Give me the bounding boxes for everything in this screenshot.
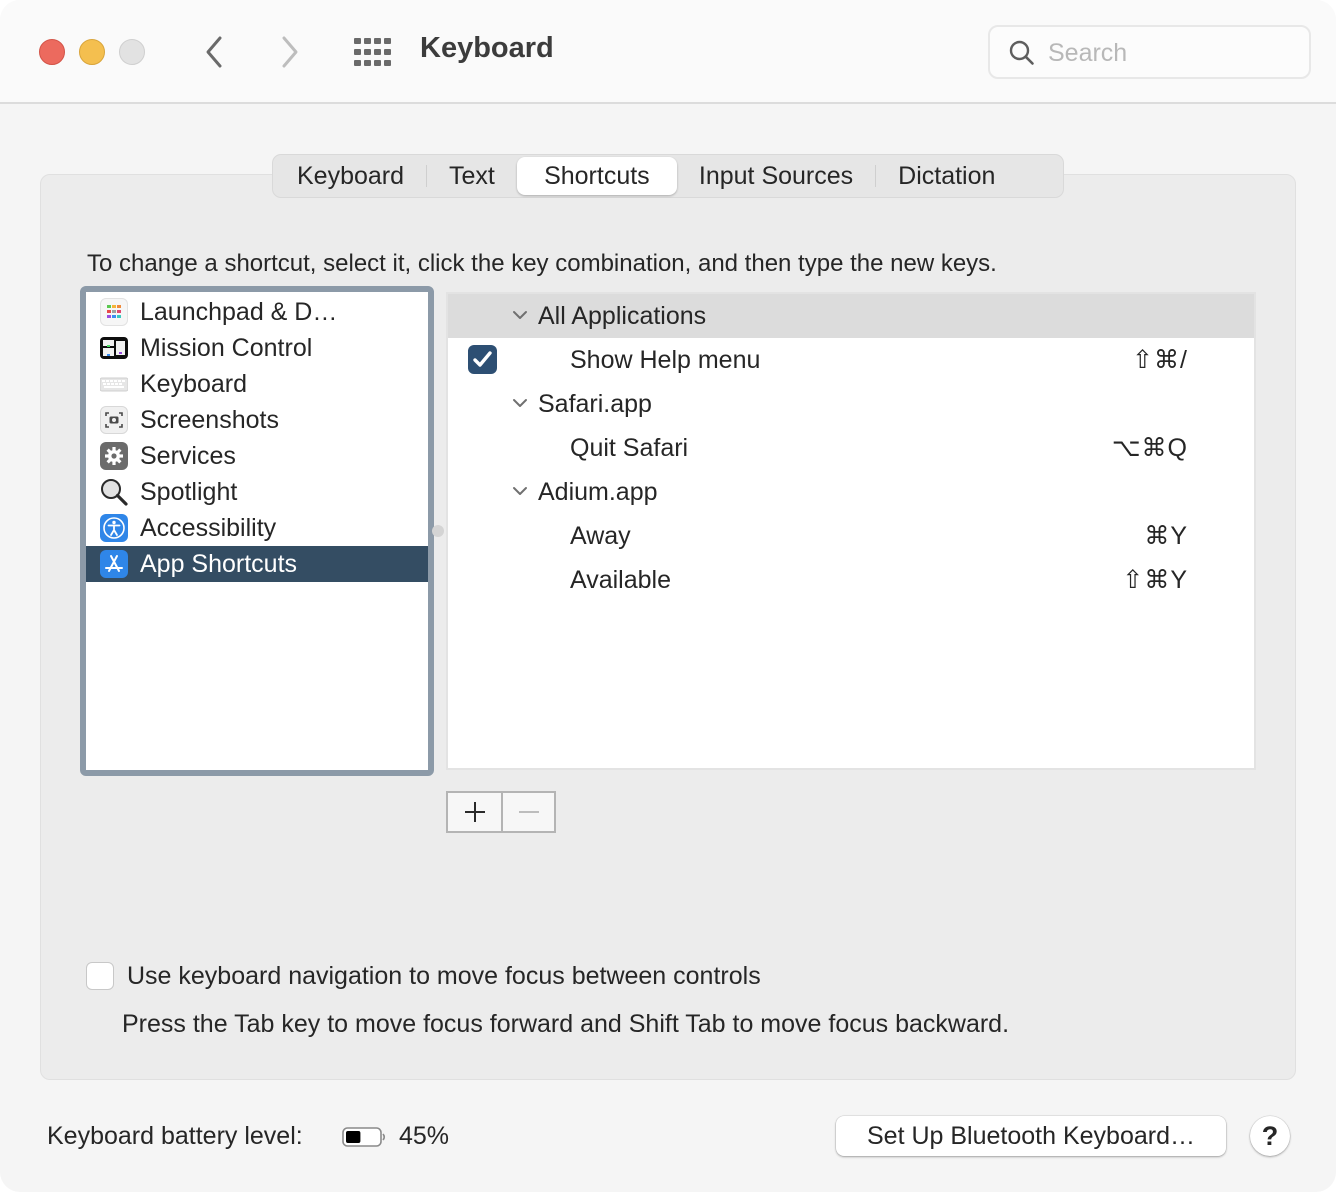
shortcut-label: Away [570,521,631,550]
keyboard-navigation-hint: Press the Tab key to move focus forward … [122,1010,1010,1038]
group-label: All Applications [538,301,707,330]
category-services[interactable]: Services [86,438,428,474]
chevron-left-icon [206,36,222,68]
category-mission-control[interactable]: Mission Control [86,330,428,366]
shortcut-group-row[interactable]: All Applications [448,294,1254,338]
shortcut-group-row[interactable]: Safari.app [448,382,1254,426]
chevron-down-icon[interactable] [512,484,528,498]
forward-button[interactable] [276,34,306,70]
battery-fill [346,1131,361,1143]
accessibility-icon [100,514,128,542]
category-label: Launchpad & D… [140,297,338,326]
category-label: Mission Control [140,333,313,362]
screenshot-icon [100,406,128,434]
remove-shortcut-button[interactable] [501,793,554,831]
battery-percentage: 45% [399,1122,450,1150]
shortcut-enabled-checkbox[interactable] [468,345,497,374]
category-label: Screenshots [140,405,279,434]
category-accessibility[interactable]: Accessibility [86,510,428,546]
chevron-down-icon[interactable] [512,396,528,410]
launchpad-icon [100,298,128,326]
minimize-button[interactable] [79,39,105,65]
title-bar: Keyboard [0,0,1336,104]
gear-icon [100,442,128,470]
mission-control-icon [100,337,128,359]
tab-bar: Keyboard Text Shortcuts Input Sources Di… [272,154,1064,198]
key-combination[interactable]: ⌘Y [1144,521,1188,551]
chevron-right-icon [282,36,298,68]
window-title: Keyboard [420,32,554,64]
category-launchpad[interactable]: Launchpad & D… [86,294,428,330]
magnifier-icon [100,478,128,506]
shortcut-label: Show Help menu [570,345,761,374]
zoom-button[interactable] [119,39,145,65]
add-shortcut-button[interactable] [448,793,501,831]
shortcut-group-row[interactable]: Adium.app [448,470,1254,514]
search-input[interactable] [1048,35,1298,71]
key-combination[interactable]: ⌥⌘Q [1112,433,1188,463]
shortcut-row[interactable]: Available ⇧⌘Y [448,558,1254,602]
category-screenshots[interactable]: Screenshots [86,402,428,438]
close-button[interactable] [39,39,65,65]
category-label: Keyboard [140,369,248,398]
category-keyboard[interactable]: Keyboard [86,366,428,402]
category-label: Accessibility [140,513,277,542]
show-all-button[interactable] [352,38,392,66]
app-store-icon [100,550,128,578]
battery-icon [342,1127,386,1147]
back-button[interactable] [200,34,230,70]
group-label: Adium.app [538,477,658,506]
add-remove-control [446,791,556,833]
battery-label: Keyboard battery level: [47,1122,303,1150]
keyboard-navigation-checkbox[interactable] [86,962,114,990]
search-field[interactable] [988,25,1311,79]
setup-bluetooth-keyboard-button[interactable]: Set Up Bluetooth Keyboard… [836,1116,1226,1156]
category-label: Spotlight [140,477,238,506]
category-spotlight[interactable]: Spotlight [86,474,428,510]
keyboard-navigation-label[interactable]: Use keyboard navigation to move focus be… [127,962,761,991]
key-combination[interactable]: ⇧⌘/ [1132,345,1188,375]
instructions-text: To change a shortcut, select it, click t… [87,250,997,277]
shortcut-label: Available [570,565,672,594]
tab-keyboard[interactable]: Keyboard [275,157,426,195]
split-view-handle[interactable] [432,525,444,537]
group-label: Safari.app [538,389,652,418]
checkmark-icon [473,351,492,367]
search-icon [1009,40,1034,65]
tab-dictation[interactable]: Dictation [876,157,1017,195]
plus-icon [464,802,485,822]
tab-shortcuts[interactable]: Shortcuts [516,157,677,195]
category-label: App Shortcuts [140,549,298,578]
minus-icon [518,811,539,813]
shortcuts-table: All Applications Show Help menu ⇧⌘/ Safa… [446,292,1256,770]
shortcut-row[interactable]: Quit Safari ⌥⌘Q [448,426,1254,470]
category-list: Launchpad & D… Mission Control Keyboard … [80,286,434,776]
shortcut-label: Quit Safari [570,433,689,462]
system-preferences-window: Keyboard Keyboard Text Shortcuts Input S… [0,0,1336,1192]
key-combination[interactable]: ⇧⌘Y [1122,565,1188,595]
tab-text[interactable]: Text [427,157,517,195]
shortcut-row[interactable]: Show Help menu ⇧⌘/ [448,338,1254,382]
help-button[interactable]: ? [1250,1116,1290,1156]
category-label: Services [140,441,236,470]
tab-input-sources[interactable]: Input Sources [677,157,875,195]
category-app-shortcuts[interactable]: App Shortcuts [86,546,428,582]
shortcut-row[interactable]: Away ⌘Y [448,514,1254,558]
chevron-down-icon[interactable] [512,308,528,322]
keyboard-icon [99,370,129,398]
